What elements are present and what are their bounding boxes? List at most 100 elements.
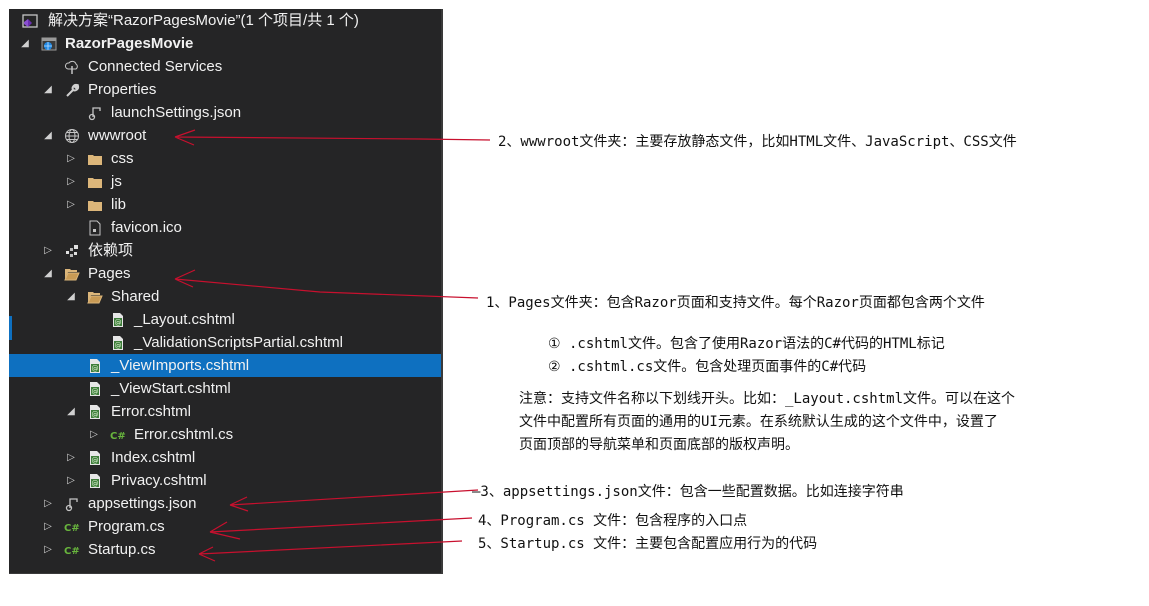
expand-arrow-icon[interactable]: ▷ bbox=[42, 239, 54, 262]
collapse-arrow-icon[interactable]: ◢ bbox=[42, 124, 54, 147]
tree-item[interactable]: ◢ RazorPagesMovie bbox=[9, 32, 441, 55]
svg-text:@: @ bbox=[115, 319, 122, 327]
razor-file-icon: @ bbox=[87, 358, 103, 374]
tree-item-label: favicon.ico bbox=[111, 219, 182, 236]
tree-item[interactable]: ▷ css bbox=[9, 147, 441, 170]
tree-item[interactable]: @ _ValidationScriptsPartial.cshtml bbox=[9, 331, 441, 354]
tree-item[interactable]: ◢ wwwroot bbox=[9, 124, 441, 147]
expand-arrow-icon[interactable]: ▷ bbox=[65, 446, 77, 469]
globe-icon bbox=[64, 128, 80, 144]
tree-item[interactable]: ▷ C# Error.cshtml.cs bbox=[9, 423, 441, 446]
panel-border bbox=[9, 573, 441, 574]
wrench-icon bbox=[64, 82, 80, 98]
svg-text:@: @ bbox=[92, 480, 99, 488]
tree-item-label: 依赖项 bbox=[88, 242, 134, 259]
annotation-note: 注意：支持文件名称以下划线开头。比如：_Layout.cshtml文件。可以在这… bbox=[519, 388, 1139, 457]
razor-file-icon: @ bbox=[87, 404, 103, 420]
tree-item-label: Pages bbox=[88, 265, 131, 282]
tree-item-label: Properties bbox=[88, 81, 157, 98]
tree-item[interactable]: ▷ 依赖项 bbox=[9, 239, 441, 262]
expand-arrow-icon[interactable]: ▷ bbox=[65, 147, 77, 170]
tree-item-label: appsettings.json bbox=[88, 495, 197, 512]
annotation-program: 4、Program.cs 文件：包含程序的入口点 bbox=[478, 513, 748, 529]
web-project-icon bbox=[41, 36, 57, 52]
dependencies-icon bbox=[64, 243, 80, 259]
file-icon bbox=[87, 220, 103, 236]
tree-item-label: _ValidationScriptsPartial.cshtml bbox=[134, 334, 343, 351]
tree-item[interactable]: @ _ViewImports.cshtml bbox=[9, 354, 441, 377]
tree-item[interactable]: favicon.ico bbox=[9, 216, 441, 239]
collapse-arrow-icon[interactable]: ◢ bbox=[19, 32, 31, 55]
note-line: 注意：支持文件名称以下划线开头。比如：_Layout.cshtml文件。可以在这… bbox=[519, 391, 1016, 407]
solution-explorer-panel: 解决方案“RazorPagesMovie”(1 个项目/共 1 个) ◢ Razo… bbox=[9, 9, 443, 574]
annotation-pages: 1、Pages文件夹：包含Razor页面和支持文件。每个Razor页面都包含两个… bbox=[486, 295, 985, 311]
tree-item[interactable]: ▷ lib bbox=[9, 193, 441, 216]
tree-item-label: Program.cs bbox=[88, 518, 165, 535]
tree-item[interactable]: ◢ Properties bbox=[9, 78, 441, 101]
expand-arrow-icon[interactable]: ▷ bbox=[42, 492, 54, 515]
tree-item[interactable]: ◢ Shared bbox=[9, 285, 441, 308]
razor-file-icon: @ bbox=[110, 312, 126, 328]
tree-item-label: _Layout.cshtml bbox=[134, 311, 235, 328]
tree-item-label: Error.cshtml bbox=[111, 403, 192, 420]
expand-arrow-icon[interactable]: ▷ bbox=[65, 170, 77, 193]
tree-item[interactable]: ▷ C# Startup.cs bbox=[9, 538, 441, 561]
visual-studio-solution-icon bbox=[22, 13, 38, 29]
tree-item[interactable]: ▷ js bbox=[9, 170, 441, 193]
tree-item[interactable]: ▷ appsettings.json bbox=[9, 492, 441, 515]
collapse-arrow-icon[interactable]: ◢ bbox=[65, 285, 77, 308]
note-line: 页面顶部的导航菜单和页面底部的版权声明。 bbox=[519, 437, 799, 453]
folder-icon bbox=[87, 197, 103, 213]
folder-open-icon bbox=[64, 266, 80, 282]
folder-open-icon bbox=[87, 289, 103, 305]
tree-item[interactable]: Connected Services bbox=[9, 55, 441, 78]
tree-item-label: css bbox=[111, 150, 134, 167]
tree-item-label: Index.cshtml bbox=[111, 449, 196, 466]
folder-icon bbox=[87, 151, 103, 167]
expand-arrow-icon[interactable]: ▷ bbox=[88, 423, 100, 446]
svg-text:@: @ bbox=[115, 342, 122, 350]
expand-arrow-icon[interactable]: ▷ bbox=[42, 538, 54, 561]
svg-text:C#: C# bbox=[110, 431, 126, 442]
tree-item-label: Startup.cs bbox=[88, 541, 156, 558]
tree-item-label: _ViewImports.cshtml bbox=[111, 357, 250, 374]
annotation-appsettings: —3、appsettings.json文件：包含一些配置数据。比如连接字符串 bbox=[472, 484, 904, 500]
svg-text:@: @ bbox=[92, 411, 99, 419]
tree-item[interactable]: ◢ @ Error.cshtml bbox=[9, 400, 441, 423]
collapse-arrow-icon[interactable]: ◢ bbox=[65, 400, 77, 423]
solution-title: 解决方案“RazorPagesMovie”(1 个项目/共 1 个) bbox=[48, 12, 359, 29]
svg-text:@: @ bbox=[92, 365, 99, 373]
csharp-icon: C# bbox=[64, 542, 80, 558]
expand-arrow-icon[interactable]: ▷ bbox=[65, 469, 77, 492]
tree-item[interactable]: @ _Layout.cshtml bbox=[9, 308, 441, 331]
tree-item[interactable]: ◢ Pages bbox=[9, 262, 441, 285]
tree-item[interactable]: ▷ @ Privacy.cshtml bbox=[9, 469, 441, 492]
tree-item[interactable]: @ _ViewStart.cshtml bbox=[9, 377, 441, 400]
tree-item[interactable]: ▷ @ Index.cshtml bbox=[9, 446, 441, 469]
csharp-icon: C# bbox=[64, 519, 80, 535]
folder-icon bbox=[87, 174, 103, 190]
tree-item-label: Connected Services bbox=[88, 58, 223, 75]
tree-item[interactable]: ▷ C# Program.cs bbox=[9, 515, 441, 538]
razor-file-icon: @ bbox=[87, 473, 103, 489]
razor-file-icon: @ bbox=[87, 450, 103, 466]
expand-arrow-icon[interactable]: ▷ bbox=[42, 515, 54, 538]
annotation-startup: 5、Startup.cs 文件：主要包含配置应用行为的代码 bbox=[478, 536, 818, 552]
svg-text:C#: C# bbox=[64, 546, 80, 557]
tree-item[interactable]: launchSettings.json bbox=[9, 101, 441, 124]
tree-item-label: _ViewStart.cshtml bbox=[111, 380, 231, 397]
collapse-arrow-icon[interactable]: ◢ bbox=[42, 78, 54, 101]
annotation-cshtml-cs: ② .cshtml.cs文件。包含处理页面事件的C#代码 bbox=[548, 359, 867, 375]
razor-file-icon: @ bbox=[87, 381, 103, 397]
tree-item-label: wwwroot bbox=[88, 127, 147, 144]
expand-arrow-icon[interactable]: ▷ bbox=[65, 193, 77, 216]
csharp-icon: C# bbox=[110, 427, 126, 443]
scroll-indicator bbox=[9, 316, 12, 340]
collapse-arrow-icon[interactable]: ◢ bbox=[42, 262, 54, 285]
json-settings-icon bbox=[64, 496, 80, 512]
tree-item-label: Error.cshtml.cs bbox=[134, 426, 234, 443]
tree-item-label: Privacy.cshtml bbox=[111, 472, 207, 489]
solution-root[interactable]: 解决方案“RazorPagesMovie”(1 个项目/共 1 个) bbox=[9, 9, 441, 32]
svg-text:C#: C# bbox=[64, 523, 80, 534]
tree-item-label: launchSettings.json bbox=[111, 104, 242, 121]
